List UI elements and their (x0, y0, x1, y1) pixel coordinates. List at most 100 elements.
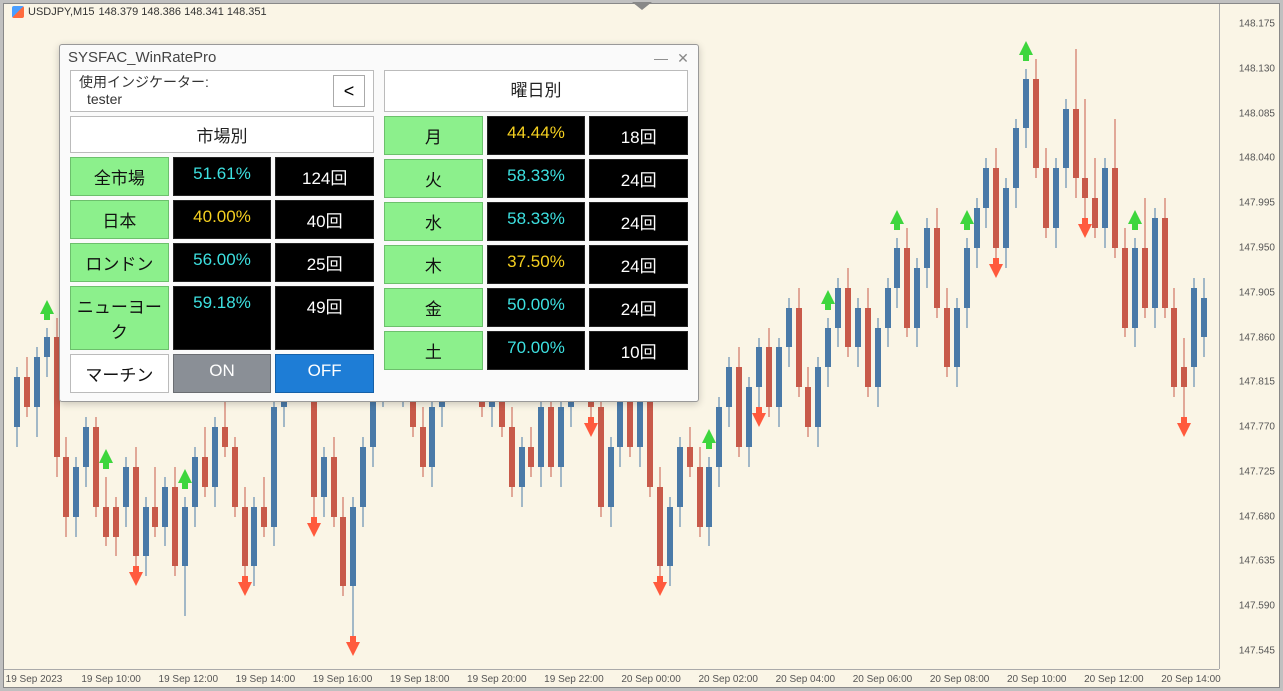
time-scale[interactable]: 19 Sep 202319 Sep 10:0019 Sep 12:0019 Se… (4, 669, 1219, 687)
candle (687, 427, 693, 477)
day-label: 月 (384, 116, 483, 155)
candle (212, 417, 218, 507)
market-row: ロンドン56.00%25回 (70, 243, 374, 282)
candle (350, 497, 356, 636)
candle (538, 397, 544, 487)
candle (14, 367, 20, 447)
candle (608, 437, 614, 527)
candle (83, 417, 89, 487)
candle (1023, 69, 1029, 149)
candle (677, 437, 683, 527)
day-label: 火 (384, 159, 483, 198)
time-tick: 20 Sep 00:00 (621, 674, 681, 685)
candle (24, 357, 30, 417)
candle (172, 467, 178, 576)
minimize-icon[interactable]: — (654, 51, 668, 65)
price-scale[interactable]: 148.175148.130148.085148.040147.995147.9… (1219, 4, 1279, 669)
candle (103, 477, 109, 547)
time-tick: 19 Sep 14:00 (236, 674, 296, 685)
time-tick: 19 Sep 22:00 (544, 674, 604, 685)
candle (1112, 119, 1118, 258)
up-arrow-icon (1128, 210, 1142, 224)
collapse-button[interactable]: < (333, 75, 365, 107)
candle (162, 477, 168, 547)
price-tick: 147.995 (1239, 198, 1275, 209)
close-icon[interactable]: ✕ (676, 51, 690, 65)
time-tick: 20 Sep 02:00 (698, 674, 758, 685)
candle (1122, 228, 1128, 337)
candle (914, 258, 920, 348)
day-row: 水58.33%24回 (384, 202, 688, 241)
time-tick: 19 Sep 16:00 (313, 674, 373, 685)
candle (598, 387, 604, 516)
day-count: 24回 (589, 288, 688, 327)
candle (44, 328, 50, 378)
candle (1063, 99, 1069, 189)
candle (815, 357, 821, 447)
candle (964, 238, 970, 328)
candle (182, 497, 188, 616)
candle (865, 288, 871, 397)
candle (657, 467, 663, 576)
up-arrow-icon (40, 300, 54, 314)
martin-label: マーチン (70, 354, 169, 393)
time-tick: 19 Sep 2023 (6, 674, 63, 685)
winrate-panel[interactable]: SYSFAC_WinRatePro — ✕ 使用インジケーター: tester … (59, 44, 699, 402)
candle (934, 208, 940, 317)
candle (954, 298, 960, 388)
candle (1171, 288, 1177, 397)
down-arrow-icon (653, 582, 667, 596)
price-tick: 147.680 (1239, 511, 1275, 522)
candle (232, 437, 238, 517)
panel-title: SYSFAC_WinRatePro (68, 49, 216, 66)
indicator-label: 使用インジケーター: (79, 74, 209, 91)
candle (93, 417, 99, 517)
martin-on-button[interactable]: ON (173, 354, 272, 393)
price-tick: 147.770 (1239, 422, 1275, 433)
up-arrow-icon (821, 290, 835, 304)
day-header: 曜日別 (384, 70, 688, 112)
candle (429, 397, 435, 487)
candle (1132, 238, 1138, 347)
candle (261, 477, 267, 537)
candle (924, 218, 930, 288)
candle (509, 407, 515, 497)
candle (667, 497, 673, 587)
candle (716, 397, 722, 487)
market-row: ニューヨーク59.18%49回 (70, 286, 374, 350)
time-tick: 19 Sep 18:00 (390, 674, 450, 685)
market-count: 124回 (275, 157, 374, 196)
candle (1033, 59, 1039, 178)
candle (331, 437, 337, 527)
price-tick: 147.815 (1239, 377, 1275, 388)
indicator-info-row: 使用インジケーター: tester < (70, 70, 374, 112)
candle (756, 338, 762, 408)
candle (1201, 278, 1207, 358)
candle (242, 487, 248, 577)
time-tick: 20 Sep 14:00 (1161, 674, 1221, 685)
candle (697, 447, 703, 537)
market-row: 全市場51.61%124回 (70, 157, 374, 196)
panel-body: 使用インジケーター: tester < 市場別 全市場51.61%124回日本4… (60, 70, 698, 393)
day-row: 金50.00%24回 (384, 288, 688, 327)
day-row: 木37.50%24回 (384, 245, 688, 284)
market-rate: 56.00% (173, 243, 272, 282)
candle (974, 198, 980, 268)
up-arrow-icon (178, 469, 192, 483)
market-count: 40回 (275, 200, 374, 239)
day-label: 金 (384, 288, 483, 327)
down-arrow-icon (752, 413, 766, 427)
market-label: 日本 (70, 200, 169, 239)
candle (251, 497, 257, 587)
day-rate: 58.33% (487, 202, 586, 241)
time-tick: 20 Sep 06:00 (853, 674, 913, 685)
day-rate: 50.00% (487, 288, 586, 327)
panel-header[interactable]: SYSFAC_WinRatePro — ✕ (60, 45, 698, 70)
candle (1191, 278, 1197, 387)
candle (63, 437, 69, 537)
candle (123, 457, 129, 527)
martin-off-button[interactable]: OFF (275, 354, 374, 393)
time-tick: 20 Sep 10:00 (1007, 674, 1067, 685)
time-tick: 20 Sep 04:00 (776, 674, 836, 685)
candle (796, 288, 802, 397)
